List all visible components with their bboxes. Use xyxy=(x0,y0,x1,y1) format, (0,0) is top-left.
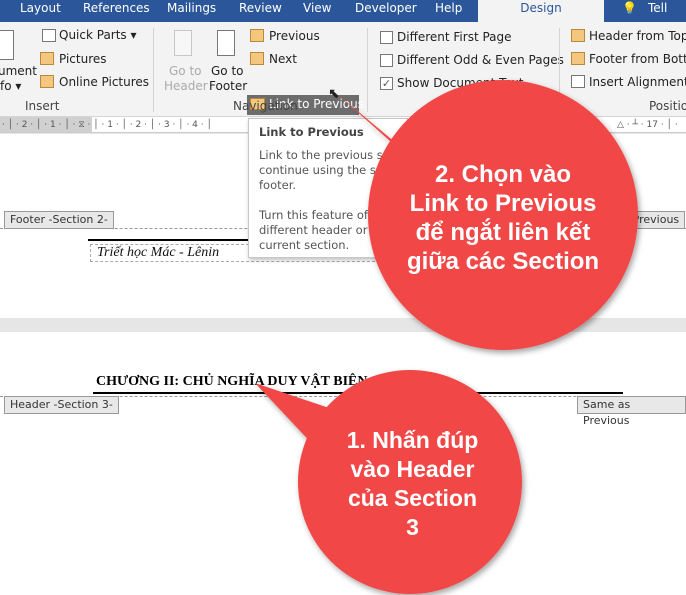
callout-2-text: 2. Chọn vào Link to Previous để ngắt liê… xyxy=(378,160,628,276)
callout-line: để ngắt liên kết xyxy=(415,219,591,246)
callout-line: 3 xyxy=(406,514,419,540)
callout-line: của Section xyxy=(347,485,478,511)
callout-line: 2. Chọn vào xyxy=(434,161,572,188)
callout-line: 1. Nhấn đúp xyxy=(346,427,479,453)
callout-1-text: 1. Nhấn đúp vào Header của Section 3 xyxy=(310,426,515,542)
callout-line: Link to Previous xyxy=(409,190,597,217)
callout-line: vào Header xyxy=(350,456,475,482)
callout-line: giữa các Section xyxy=(406,248,600,275)
